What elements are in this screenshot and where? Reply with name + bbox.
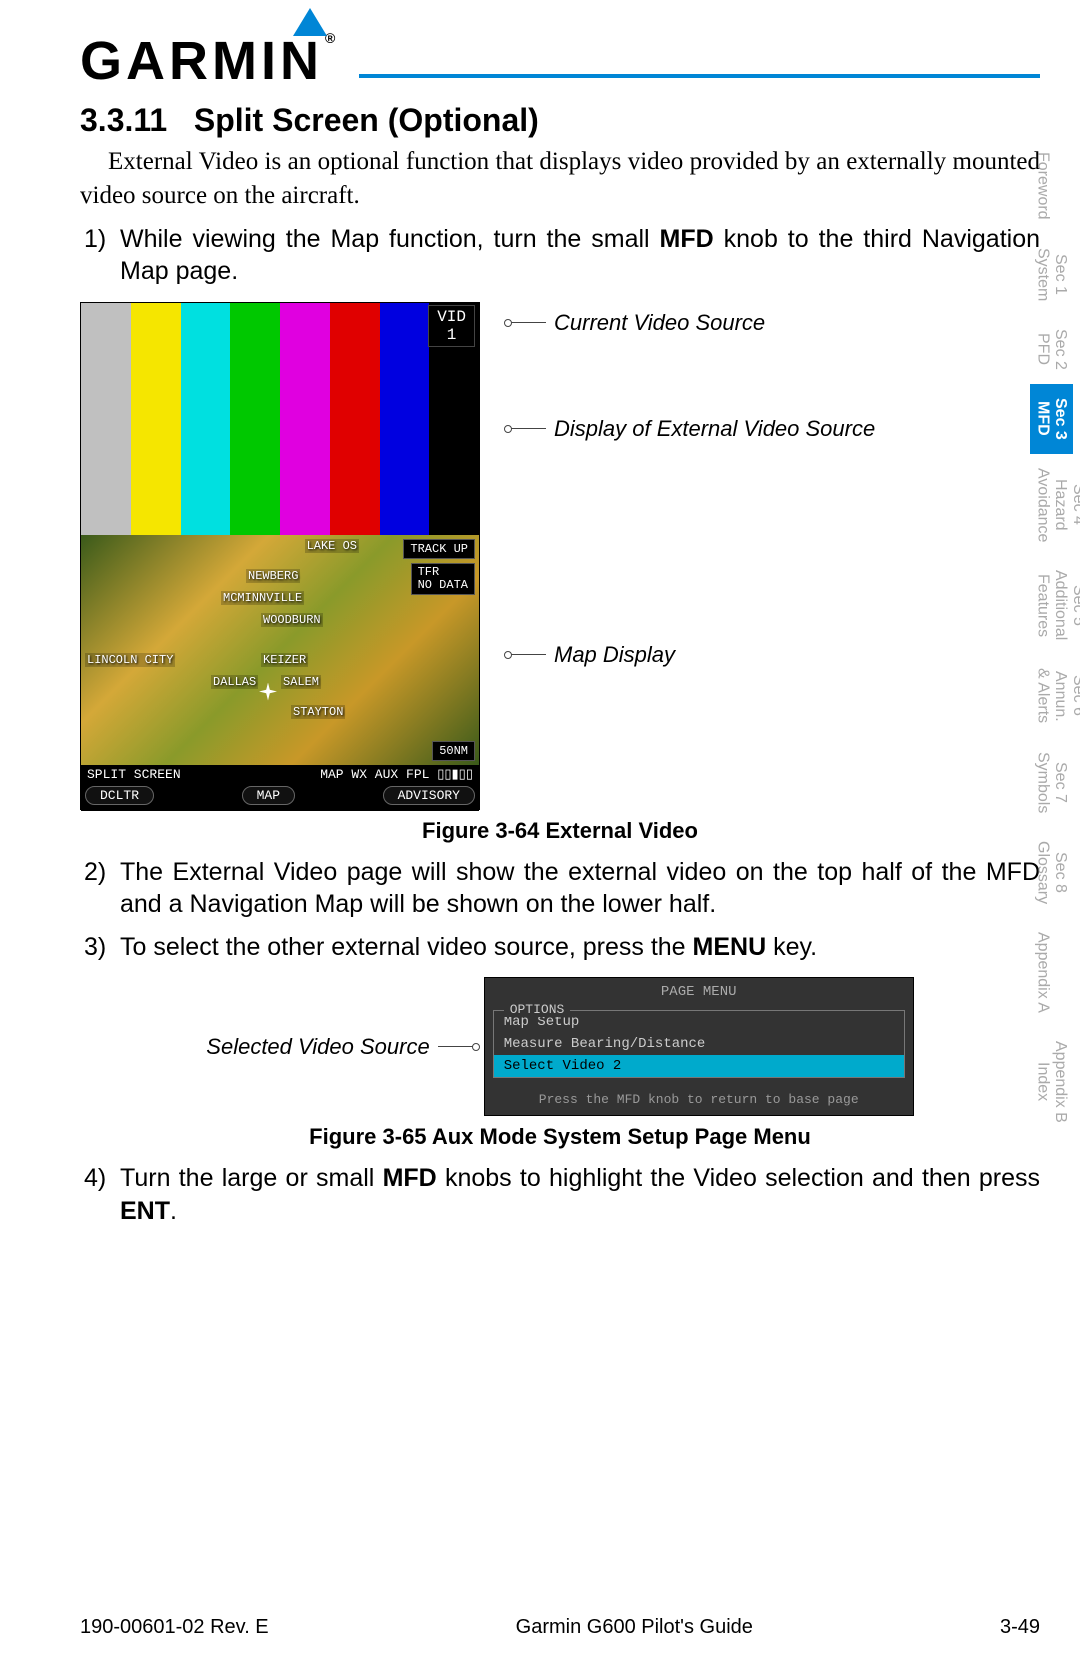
tfr-button[interactable]: TFRNO DATA xyxy=(411,563,475,595)
softkey-dcltr[interactable]: DCLTR xyxy=(85,786,154,805)
tab-sec6[interactable]: Sec 6Annun.& Alerts xyxy=(1030,654,1080,737)
leader-line xyxy=(510,428,546,429)
page-number: 3-49 xyxy=(1000,1616,1040,1639)
header-rule xyxy=(359,74,1040,78)
options-label: OPTIONS xyxy=(504,1002,571,1017)
leader-line xyxy=(510,322,546,323)
nav-map-display: LAKE OS NEWBERG MCMINNVILLE WOODBURN LIN… xyxy=(81,535,479,765)
step-number: 1) xyxy=(80,223,120,288)
intro-paragraph: External Video is an optional function t… xyxy=(80,145,1040,213)
step-text: Turn the large or small MFD knobs to hig… xyxy=(120,1162,1040,1227)
doc-number: 190-00601-02 Rev. E xyxy=(80,1616,269,1639)
page-header: GARMIN® xyxy=(80,30,1040,92)
tab-sec3[interactable]: Sec 3MFD xyxy=(1030,384,1073,454)
leader-line xyxy=(510,654,546,655)
annot-external-video: Display of External Video Source xyxy=(554,416,875,442)
video-source-badge: VID 1 xyxy=(428,305,475,347)
tab-sec7[interactable]: Sec 7Symbols xyxy=(1030,738,1073,827)
page-menu-screenshot: PAGE MENU OPTIONS Map Setup Measure Bear… xyxy=(484,977,914,1116)
mode-label: SPLIT SCREEN xyxy=(87,767,181,782)
menu-hint: Press the MFD knob to return to base pag… xyxy=(489,1082,909,1111)
figure-3-64: VID 1 LAKE OS NEWBERG MCMINNVILLE WOODBU… xyxy=(80,302,1040,810)
step-3: 3) To select the other external video so… xyxy=(80,931,1040,964)
leader-line xyxy=(438,1046,474,1047)
video-color-bars: VID 1 xyxy=(81,303,479,535)
tab-sec2[interactable]: Sec 2PFD xyxy=(1030,315,1073,384)
figure-3-64-caption: Figure 3-64 External Video xyxy=(80,818,1040,844)
side-nav-tabs: Foreword Sec 1System Sec 2PFD Sec 3MFD S… xyxy=(1030,138,1080,1137)
tab-foreword[interactable]: Foreword xyxy=(1030,138,1056,234)
section-title: 3.3.11 Split Screen (Optional) xyxy=(80,102,1040,139)
step-4: 4) Turn the large or small MFD knobs to … xyxy=(80,1162,1040,1227)
brand-text: GARMIN xyxy=(80,31,323,91)
tab-sec5[interactable]: Sec 5AdditionalFeatures xyxy=(1030,556,1080,654)
mfd-screenshot: VID 1 LAKE OS NEWBERG MCMINNVILLE WOODBU… xyxy=(80,302,480,810)
step-1: 1) While viewing the Map function, turn … xyxy=(80,223,1040,288)
map-scale: 50NM xyxy=(432,741,475,761)
tab-sec8[interactable]: Sec 8Glossary xyxy=(1030,827,1073,918)
tab-appendix-b[interactable]: Appendix BIndex xyxy=(1030,1027,1073,1137)
step-2: 2) The External Video page will show the… xyxy=(80,856,1040,921)
step-text: To select the other external video sourc… xyxy=(120,931,1040,964)
annot-current-video: Current Video Source xyxy=(554,310,765,336)
step-number: 4) xyxy=(80,1162,120,1227)
step-number: 2) xyxy=(80,856,120,921)
options-box: OPTIONS Map Setup Measure Bearing/Distan… xyxy=(493,1010,905,1078)
softkey-map[interactable]: MAP xyxy=(242,786,295,805)
page-group-indicator: MAP WX AUX FPL ▯▯▮▯▯ xyxy=(320,767,473,782)
registered-mark: ® xyxy=(325,30,339,46)
menu-item-measure[interactable]: Measure Bearing/Distance xyxy=(494,1033,904,1055)
figure-3-65: Selected Video Source PAGE MENU OPTIONS … xyxy=(80,977,1040,1116)
menu-item-select-video[interactable]: Select Video 2 xyxy=(494,1055,904,1077)
doc-title: Garmin G600 Pilot's Guide xyxy=(516,1616,753,1639)
track-up-button[interactable]: TRACK UP xyxy=(403,539,475,559)
softkey-advisory[interactable]: ADVISORY xyxy=(383,786,475,805)
figure-3-65-caption: Figure 3-65 Aux Mode System Setup Page M… xyxy=(80,1124,1040,1150)
step-text: While viewing the Map function, turn the… xyxy=(120,223,1040,288)
annot-map-display: Map Display xyxy=(554,642,675,668)
tab-sec1[interactable]: Sec 1System xyxy=(1030,234,1073,315)
tab-sec4[interactable]: Sec 4HazardAvoidance xyxy=(1030,454,1080,556)
figure-annotations: Current Video Source Display of External… xyxy=(480,302,1040,674)
step-number: 3) xyxy=(80,931,120,964)
step-text: The External Video page will show the ex… xyxy=(120,856,1040,921)
mfd-bottom-bar: SPLIT SCREEN MAP WX AUX FPL ▯▯▮▯▯ DCLTR … xyxy=(81,765,479,811)
aircraft-icon xyxy=(259,683,277,701)
annot-selected-video: Selected Video Source xyxy=(206,1034,473,1060)
tab-appendix-a[interactable]: Appendix A xyxy=(1030,918,1056,1027)
garmin-logo: GARMIN® xyxy=(80,30,339,92)
page-footer: 190-00601-02 Rev. E Garmin G600 Pilot's … xyxy=(80,1616,1040,1639)
logo-triangle-icon xyxy=(293,8,327,36)
